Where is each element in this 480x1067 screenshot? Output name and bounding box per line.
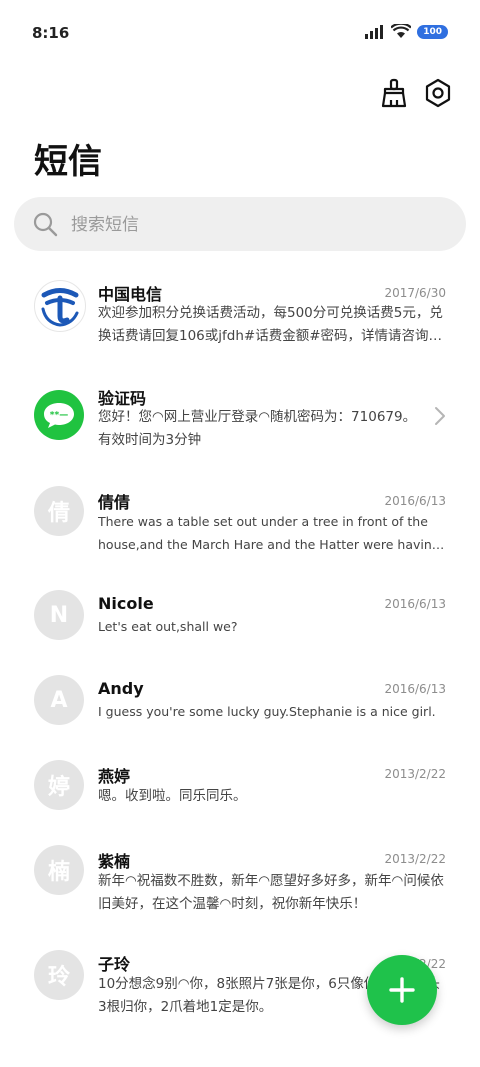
conversation-item[interactable]: 婷 燕婷 2013/2/22 嗯。收到啦。同乐同乐。 [0,758,480,824]
conversation-item[interactable]: 倩 倩倩 2016/6/13 There was a table set out… [0,480,480,570]
avatar: 婷 [34,760,84,810]
chevron-right-icon [435,407,445,425]
message-preview: 嗯。收到啦。同乐同乐。 [98,788,247,804]
avatar: 玲 [34,950,84,1000]
message-date: 2016/6/13 [384,682,446,696]
message-date: 2017/6/30 [384,286,446,300]
avatar: **— [34,390,84,440]
svg-text:**—: **— [50,411,68,421]
search-bar[interactable] [14,197,466,251]
avatar [34,280,86,332]
conversation-item[interactable]: **— 验证码 您好！您◠网上营业厅登录◠随机密码为：710679。有效时间为3… [0,376,480,466]
sender-name: 子玲 [98,955,131,974]
avatar: N [34,590,84,640]
plus-icon [389,977,415,1003]
search-input[interactable] [69,210,453,240]
settings-icon [425,78,451,108]
clean-button[interactable] [377,76,411,110]
search-icon [33,212,58,237]
sender-name: Andy [98,679,144,698]
sender-name: Nicole [98,594,154,613]
avatar: 楠 [34,845,84,895]
conversation-item[interactable]: A Andy 2016/6/13 I guess you're some luc… [0,673,480,739]
battery-indicator: 100 [417,24,448,39]
sender-name: 紫楠 [98,852,131,871]
sender-name: 燕婷 [98,767,131,786]
message-preview: Let's eat out,shall we? [98,619,238,634]
message-preview: 新年◠祝福数不胜数，新年◠愿望好多好多，新年◠问候依旧美好，在这个温馨◠时刻，祝… [98,873,444,912]
message-date: 2016/6/13 [384,597,446,611]
page-title: 短信 [34,142,102,182]
wifi-icon [391,24,412,38]
status-time: 8:16 [32,24,70,42]
conversation-item[interactable]: N Nicole 2016/6/13 Let's eat out,shall w… [0,588,480,654]
signal-icon [365,24,384,39]
message-preview: I guess you're some lucky guy.Stephanie … [98,704,436,719]
avatar: 倩 [34,486,84,536]
status-icons: 100 [365,24,448,39]
message-preview: 欢迎参加积分兑换话费活动，每500分可兑换话费5元，兑换话费请回复106或jfd… [98,305,443,344]
message-preview: 您好！您◠网上营业厅登录◠随机密码为：710679。有效时间为3分钟 [98,409,417,448]
message-date: 2013/2/22 [384,767,446,781]
broom-icon [381,78,407,108]
avatar: A [34,675,84,725]
new-message-button[interactable] [367,955,437,1025]
message-date: 2013/2/22 [384,852,446,866]
status-bar: 8:16 100 [0,0,480,60]
message-preview: There was a table set out under a tree i… [98,514,440,552]
china-telecom-logo [41,288,79,327]
conversation-item[interactable]: 楠 紫楠 2013/2/22 新年◠祝福数不胜数，新年◠愿望好多好多，新年◠问候… [0,843,480,933]
message-bubble-icon: **— [44,403,74,428]
conversation-item[interactable]: 中国电信 2017/6/30 欢迎参加积分兑换话费活动，每500分可兑换话费5元… [0,272,480,362]
settings-button[interactable] [421,76,455,110]
message-date: 2016/6/13 [384,494,446,508]
